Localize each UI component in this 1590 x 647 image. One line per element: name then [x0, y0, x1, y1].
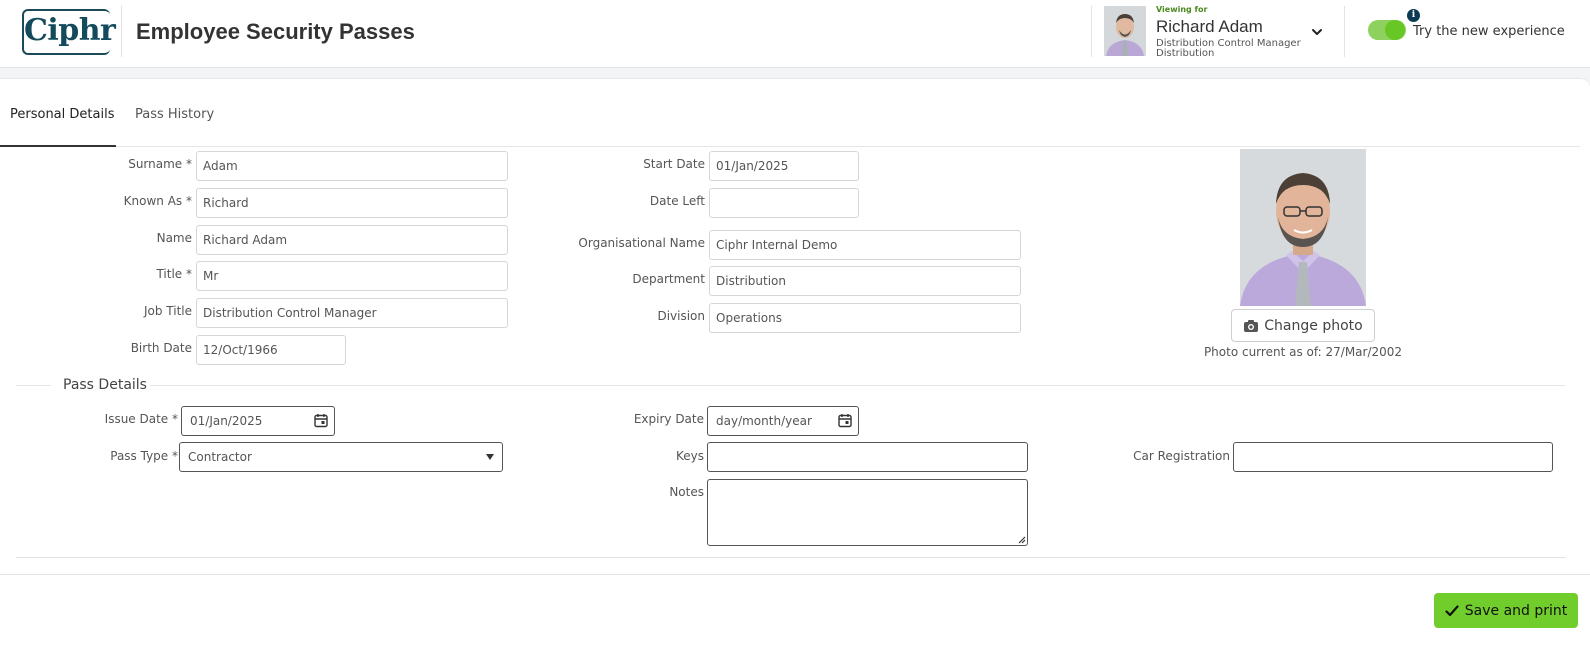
- header-divider: [1091, 6, 1092, 57]
- tab-pass-history[interactable]: Pass History: [135, 107, 214, 122]
- employee-photo: [1240, 149, 1366, 306]
- issue-date-label: Issue Date *: [104, 412, 178, 426]
- issue-date-value: 01/Jan/2025: [190, 414, 263, 428]
- department-label: Department: [632, 272, 705, 286]
- pass-type-value: Contractor: [188, 450, 252, 464]
- division-field[interactable]: Operations: [709, 303, 1021, 333]
- calendar-icon[interactable]: [314, 413, 328, 428]
- pass-type-label: Pass Type *: [110, 449, 178, 463]
- department-field[interactable]: Distribution: [709, 266, 1021, 296]
- photo-date-caption: Photo current as of: 27/Mar/2002: [1203, 345, 1403, 359]
- save-and-print-label: Save and print: [1464, 602, 1568, 619]
- avatar[interactable]: [1104, 6, 1146, 56]
- ciphr-logo-text: Ciphr: [24, 13, 116, 48]
- surname-label: Surname *: [128, 157, 192, 171]
- name-label: Name: [156, 231, 192, 245]
- info-icon[interactable]: i: [1407, 9, 1420, 22]
- issue-date-input[interactable]: 01/Jan/2025: [181, 406, 335, 436]
- notes-textarea[interactable]: [707, 479, 1028, 546]
- viewing-name[interactable]: Richard Adam: [1156, 17, 1263, 37]
- birth-date-field[interactable]: 12/Oct/1966: [196, 335, 346, 365]
- fieldset-border: [16, 385, 51, 386]
- start-date-field[interactable]: 01/Jan/2025: [709, 151, 859, 181]
- expiry-date-placeholder: day/month/year: [716, 414, 812, 428]
- resize-handle-icon[interactable]: [1017, 535, 1026, 544]
- org-name-field[interactable]: Ciphr Internal Demo: [709, 230, 1021, 260]
- pass-details-legend: Pass Details: [61, 377, 149, 393]
- app-header: Ciphr Employee Security Passes Viewing f…: [0, 0, 1590, 68]
- date-left-label: Date Left: [649, 194, 705, 208]
- keys-label: Keys: [675, 449, 704, 463]
- change-photo-button[interactable]: Change photo: [1231, 309, 1375, 342]
- tabs-divider: [0, 146, 1580, 147]
- known-as-label: Known As *: [123, 194, 192, 208]
- change-photo-label: Change photo: [1264, 317, 1363, 334]
- header-divider: [1344, 6, 1345, 57]
- expiry-date-input[interactable]: day/month/year: [707, 406, 859, 436]
- footer-divider: [0, 574, 1590, 575]
- page-title: Employee Security Passes: [136, 19, 415, 44]
- save-and-print-button[interactable]: Save and print: [1434, 593, 1578, 628]
- new-experience-toggle[interactable]: [1368, 20, 1406, 40]
- viewing-for-label: Viewing for: [1156, 5, 1208, 14]
- active-tab-indicator: [0, 145, 116, 147]
- car-registration-field[interactable]: [1233, 442, 1553, 472]
- fieldset-bottom-border: [16, 557, 1566, 558]
- title-label: Title *: [156, 267, 192, 281]
- start-date-label: Start Date: [643, 157, 705, 171]
- keys-field[interactable]: [707, 442, 1028, 472]
- pass-type-select[interactable]: Contractor: [179, 442, 503, 472]
- toggle-label: Try the new experience: [1413, 24, 1565, 39]
- car-registration-label: Car Registration: [1133, 449, 1230, 463]
- caret-down-icon: [486, 454, 494, 460]
- toggle-knob: [1385, 20, 1405, 40]
- date-left-field[interactable]: [709, 188, 859, 218]
- tab-personal-details[interactable]: Personal Details: [10, 107, 114, 122]
- camera-icon: [1244, 319, 1259, 332]
- birth-date-label: Birth Date: [130, 341, 192, 355]
- org-name-label: Organisational Name: [578, 236, 705, 250]
- calendar-icon[interactable]: [838, 413, 852, 428]
- expiry-date-label: Expiry Date: [633, 412, 704, 426]
- viewing-department: Distribution: [1156, 48, 1215, 59]
- known-as-field[interactable]: Richard: [196, 188, 508, 218]
- main-panel: Personal Details Pass History Surname * …: [0, 78, 1590, 647]
- division-label: Division: [657, 309, 705, 323]
- job-title-field[interactable]: Distribution Control Manager: [196, 298, 508, 328]
- chevron-down-icon[interactable]: [1310, 25, 1324, 39]
- checkmark-icon: [1445, 604, 1459, 616]
- title-field[interactable]: Mr: [196, 261, 508, 291]
- job-title-label: Job Title: [143, 304, 192, 318]
- notes-label: Notes: [669, 485, 704, 499]
- surname-field[interactable]: Adam: [196, 151, 508, 181]
- name-field[interactable]: Richard Adam: [196, 225, 508, 255]
- fieldset-border: [150, 385, 1565, 386]
- header-divider: [121, 6, 122, 57]
